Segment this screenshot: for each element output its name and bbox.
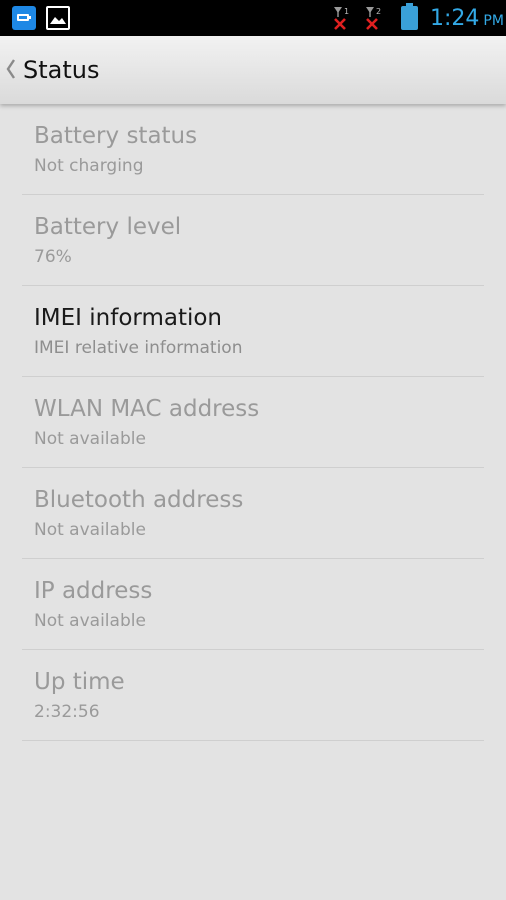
item-title: WLAN MAC address bbox=[34, 396, 260, 422]
item-subtitle: IMEI relative information bbox=[34, 338, 243, 358]
item-subtitle: Not charging bbox=[34, 156, 144, 176]
list-item-battery-status: Battery status Not charging bbox=[22, 104, 484, 195]
sim2-no-signal-icon: 2 bbox=[366, 7, 381, 30]
back-chevron-icon[interactable] bbox=[5, 58, 17, 80]
battery-icon bbox=[401, 3, 418, 30]
clock-ampm: PM bbox=[483, 13, 504, 29]
list-item-imei-information[interactable]: IMEI information IMEI relative informati… bbox=[22, 286, 484, 377]
item-title: Up time bbox=[34, 669, 125, 695]
list-item-wlan-mac-address: WLAN MAC address Not available bbox=[22, 377, 484, 468]
item-title: Battery status bbox=[34, 123, 198, 149]
item-title: IP address bbox=[34, 578, 153, 604]
item-subtitle: Not available bbox=[34, 520, 146, 540]
page-title[interactable]: Status bbox=[23, 54, 99, 86]
item-subtitle: 2:32:56 bbox=[34, 702, 100, 722]
item-title: Battery level bbox=[34, 214, 182, 240]
sim1-label: 1 bbox=[344, 7, 349, 16]
list-item-up-time: Up time 2:32:56 bbox=[22, 650, 484, 741]
item-title: IMEI information bbox=[34, 305, 222, 331]
clock-time: 1:24 bbox=[430, 6, 480, 31]
list-item-battery-level: Battery level 76% bbox=[22, 195, 484, 286]
list-item-bluetooth-address: Bluetooth address Not available bbox=[22, 468, 484, 559]
item-subtitle: Not available bbox=[34, 429, 146, 449]
item-subtitle: 76% bbox=[34, 247, 72, 267]
sim2-label: 2 bbox=[376, 7, 381, 16]
image-notification-icon bbox=[46, 6, 70, 30]
clock: 1:24 PM bbox=[430, 5, 504, 33]
status-list: Battery status Not charging Battery leve… bbox=[22, 104, 484, 741]
list-item-ip-address: IP address Not available bbox=[22, 559, 484, 650]
item-subtitle: Not available bbox=[34, 611, 146, 631]
sim1-no-signal-icon: 1 bbox=[334, 7, 349, 30]
status-bar: 1 2 1:24 PM bbox=[0, 0, 506, 36]
action-bar: Status bbox=[0, 36, 506, 104]
battery-notification-icon bbox=[12, 6, 36, 30]
item-title: Bluetooth address bbox=[34, 487, 244, 513]
